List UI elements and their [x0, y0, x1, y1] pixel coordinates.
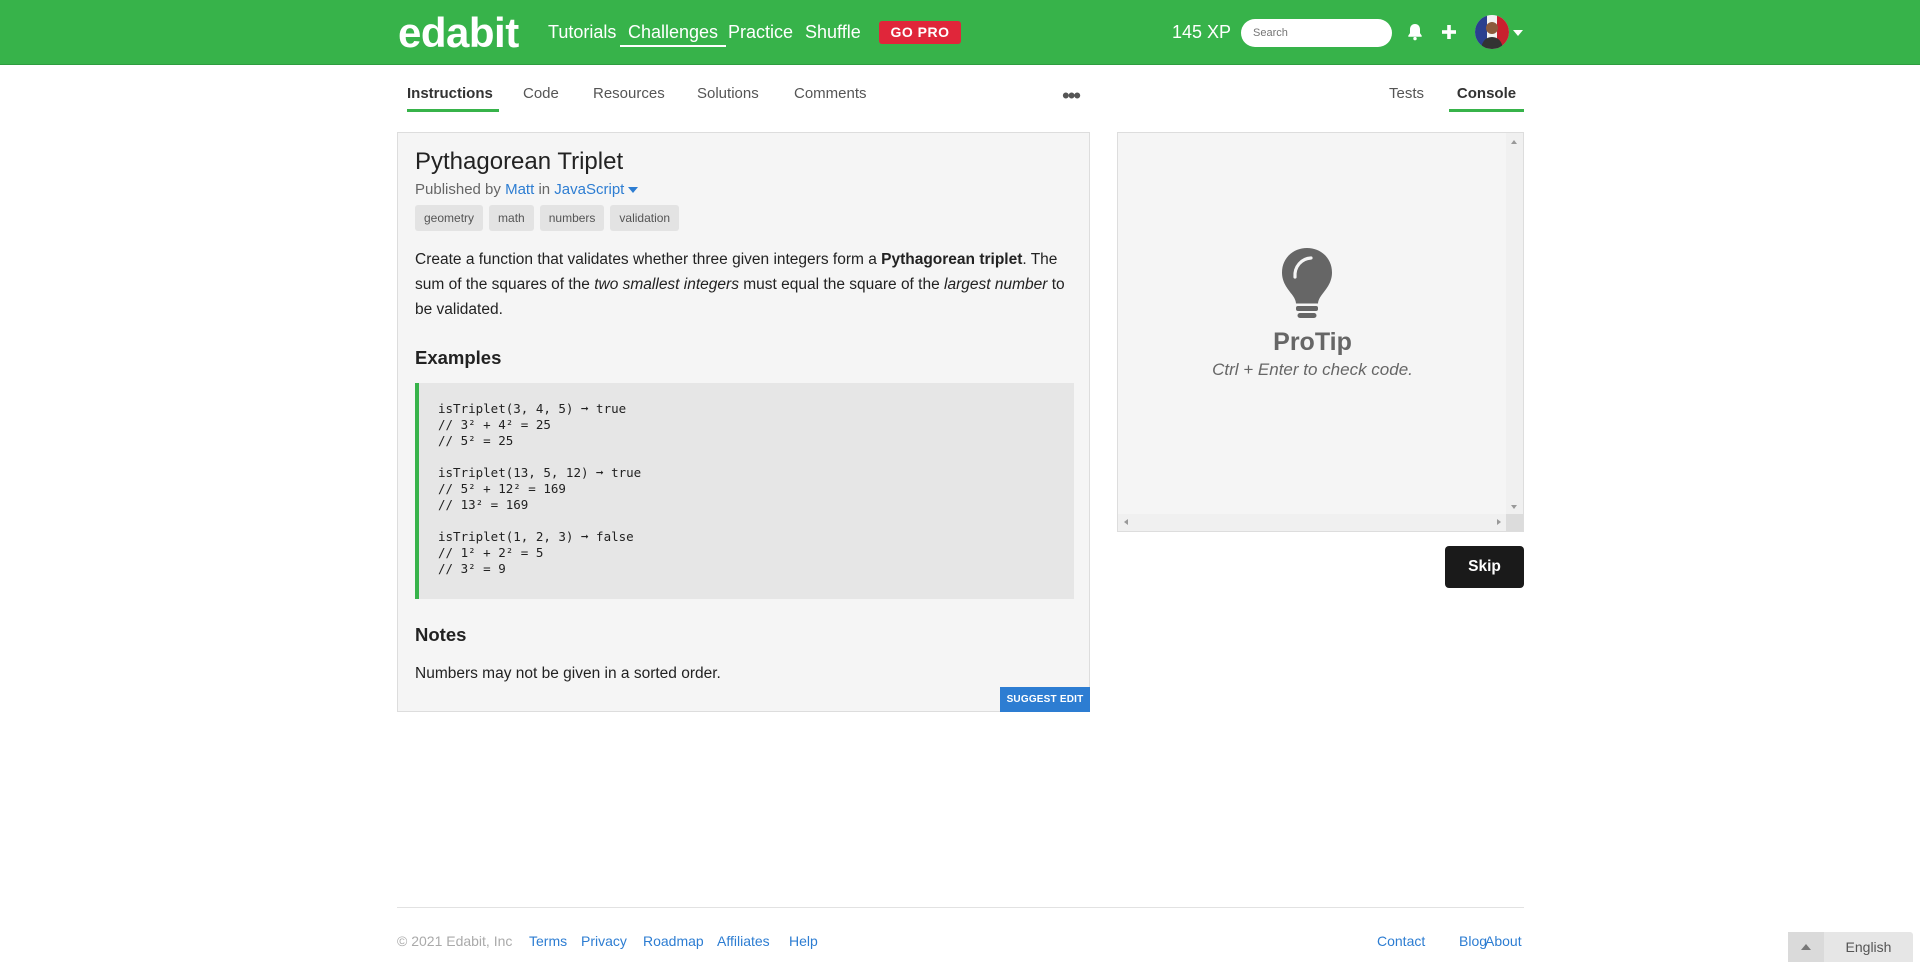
example-block: isTriplet(13, 5, 12) ➞ true // 5² + 12² … — [438, 465, 1074, 513]
code-line: // 13² = 169 — [438, 497, 529, 512]
language-toggle[interactable] — [1788, 932, 1824, 962]
code-line: // 5² = 25 — [438, 433, 514, 448]
chevron-down-icon[interactable] — [1513, 30, 1523, 36]
author-link[interactable]: Matt — [505, 181, 534, 198]
footer-link-blog[interactable]: Blog — [1459, 932, 1487, 950]
scroll-up-arrow-icon[interactable] — [1511, 140, 1517, 144]
copyright-text: © 2021 Edabit, Inc — [397, 933, 513, 949]
code-line: // 3² = 9 — [438, 561, 506, 576]
code-line: isTriplet(3, 4, 5) ➞ true — [438, 401, 627, 416]
instructions-panel: Pythagorean Triplet Published by Matt in… — [397, 132, 1090, 712]
xp-counter: 145 XP — [1172, 22, 1232, 42]
console-panel[interactable]: ProTip Ctrl + Enter to check code. — [1117, 132, 1524, 532]
example-block: isTriplet(1, 2, 3) ➞ false // 1² + 2² = … — [438, 529, 1074, 577]
footer-link-help[interactable]: Help — [789, 932, 818, 950]
examples-code-block: isTriplet(3, 4, 5) ➞ true // 3² + 4² = 2… — [415, 383, 1074, 599]
tab-console[interactable]: Console — [1449, 84, 1524, 112]
nav-challenges[interactable]: Challenges — [620, 21, 727, 47]
footer-link-affiliates[interactable]: Affiliates — [717, 932, 770, 950]
edabit-logo[interactable]: edabit — [398, 10, 519, 56]
skip-button[interactable]: Skip — [1445, 546, 1524, 588]
protip-title: ProTip — [1273, 328, 1352, 356]
footer-link-contact[interactable]: Contact — [1377, 932, 1425, 950]
scrollbar-corner — [1506, 514, 1523, 531]
more-options-icon[interactable]: ••• — [1062, 85, 1081, 107]
language-selector[interactable]: English — [1788, 932, 1913, 962]
go-pro-button[interactable]: GO PRO — [879, 21, 961, 44]
tag-numbers[interactable]: numbers — [539, 205, 605, 231]
code-line: // 5² + 12² = 169 — [438, 481, 566, 496]
code-line: // 3² + 4² = 25 — [438, 417, 551, 432]
tag-list: geometry math numbers validation — [415, 205, 680, 231]
example-block: isTriplet(3, 4, 5) ➞ true // 3² + 4² = 2… — [438, 401, 1074, 449]
tab-tests[interactable]: Tests — [1389, 84, 1424, 112]
horizontal-scrollbar[interactable] — [1118, 514, 1507, 531]
footer-link-privacy[interactable]: Privacy — [581, 932, 627, 950]
scroll-left-arrow-icon[interactable] — [1124, 519, 1128, 525]
code-line: isTriplet(13, 5, 12) ➞ true — [438, 465, 642, 480]
scroll-right-arrow-icon[interactable] — [1497, 519, 1501, 525]
lightbulb-icon — [1279, 246, 1335, 322]
language-label: JavaScript — [554, 181, 625, 198]
footer-divider — [397, 907, 1524, 908]
nav-shuffle[interactable]: Shuffle — [805, 21, 861, 43]
tab-instructions[interactable]: Instructions — [407, 84, 499, 112]
protip-text: Ctrl + Enter to check code. — [1212, 360, 1413, 379]
nav-practice[interactable]: Practice — [728, 21, 793, 43]
tag-math[interactable]: math — [489, 205, 534, 231]
tag-validation[interactable]: validation — [610, 205, 680, 231]
challenge-title: Pythagorean Triplet — [415, 148, 624, 175]
tab-code[interactable]: Code — [523, 84, 559, 112]
vertical-scrollbar[interactable] — [1506, 133, 1523, 515]
avatar[interactable] — [1475, 15, 1509, 49]
published-by: Published by Matt in JavaScript — [415, 180, 639, 200]
published-prefix: Published by — [415, 181, 501, 198]
plus-icon[interactable] — [1437, 20, 1461, 44]
top-navbar: edabit Tutorials Challenges Practice Shu… — [0, 0, 1920, 65]
tag-geometry[interactable]: geometry — [415, 205, 484, 231]
suggest-edit-button[interactable]: SUGGEST EDIT — [1000, 687, 1090, 712]
nav-tutorials[interactable]: Tutorials — [548, 21, 616, 43]
notes-heading: Notes — [415, 624, 467, 645]
in-word: in — [538, 181, 551, 198]
caret-up-icon — [1801, 944, 1811, 950]
tab-comments[interactable]: Comments — [794, 84, 867, 112]
bell-icon[interactable] — [1403, 20, 1427, 44]
challenge-description: Create a function that validates whether… — [415, 251, 1065, 318]
footer-link-terms[interactable]: Terms — [529, 932, 567, 950]
caret-down-icon — [628, 187, 639, 194]
code-line: // 1² + 2² = 5 — [438, 545, 544, 560]
notes-text: Numbers may not be given in a sorted ord… — [415, 665, 721, 682]
tab-solutions[interactable]: Solutions — [697, 84, 759, 112]
search-input[interactable] — [1241, 19, 1392, 47]
footer-link-about[interactable]: About — [1485, 932, 1522, 950]
footer-link-roadmap[interactable]: Roadmap — [643, 932, 704, 950]
examples-heading: Examples — [415, 347, 502, 368]
language-label: English — [1845, 939, 1892, 955]
language-dropdown[interactable]: JavaScript — [554, 181, 639, 198]
code-line: isTriplet(1, 2, 3) ➞ false — [438, 529, 634, 544]
tab-resources[interactable]: Resources — [593, 84, 665, 112]
scroll-down-arrow-icon[interactable] — [1511, 505, 1517, 509]
